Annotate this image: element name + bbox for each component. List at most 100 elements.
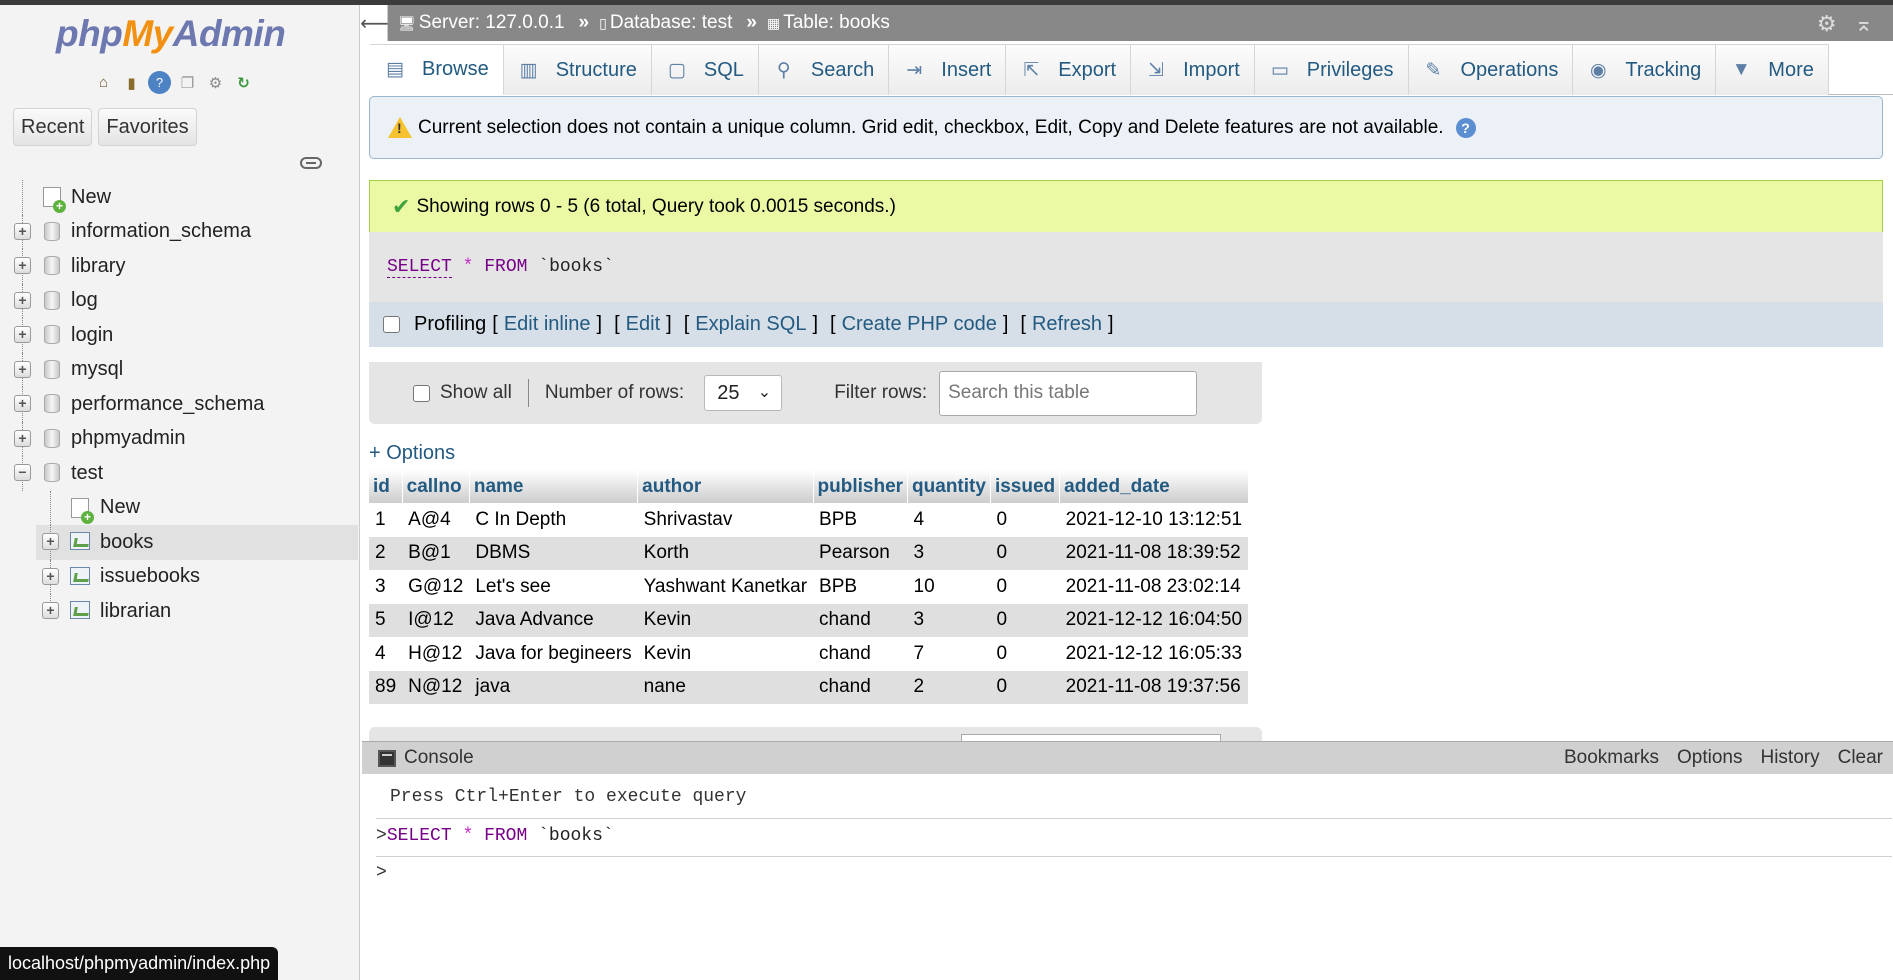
expand-icon[interactable]: + [42,567,59,585]
home-icon[interactable]: ⌂ [92,71,115,94]
column-header-issued[interactable]: issued [990,470,1061,503]
tab-label: Privileges [1306,58,1394,81]
edit-link[interactable]: Edit [626,313,660,336]
column-header-name[interactable]: name [469,470,639,503]
settings-gear-icon[interactable]: ⚙ [1817,11,1837,37]
tab-operations[interactable]: ✎ Operations [1408,44,1574,95]
tree-item-books[interactable]: + books [36,525,358,560]
favorites-tab[interactable]: Favorites [98,108,197,146]
console-options-link[interactable]: Options [1677,747,1742,769]
tab-export[interactable]: ⇱ Export [1006,44,1132,95]
console-history-link[interactable]: History [1760,747,1819,769]
column-header-callno[interactable]: callno [402,470,470,503]
column-header-publisher[interactable]: publisher [813,470,909,503]
help-icon[interactable]: ? [148,71,171,94]
tab-structure[interactable]: ▥ Structure [503,44,652,95]
table-cell-publisher: chand [813,637,908,671]
breadcrumb-table[interactable]: ▦ Table: books [767,12,890,34]
tree-item-label: library [71,254,126,277]
tab-import[interactable]: ⇲ Import [1131,44,1255,95]
structure-icon: ▥ [519,59,538,81]
table-cell-publisher: Pearson [813,536,908,570]
column-header-id[interactable]: id [369,470,403,503]
column-header-quantity[interactable]: quantity [907,470,991,503]
create-php-code-link[interactable]: Create PHP code [842,313,997,336]
expand-icon[interactable]: + [14,429,31,447]
tree-item-log[interactable]: + log [0,283,358,318]
collapse-icon[interactable]: − [14,464,31,481]
rows-per-page-select[interactable]: 25 ⌄ [704,375,783,411]
table-cell-author: Shrivastav [637,503,814,537]
tab-more[interactable]: ▼ More [1716,44,1829,95]
options-link[interactable]: + Options [369,442,455,465]
tree-item-new[interactable]: New [0,180,358,215]
tab-browse[interactable]: ▤ Browse [370,44,504,95]
settings-icon[interactable]: ⚙ [204,71,227,94]
explain-sql-link[interactable]: Explain SQL [695,313,806,336]
column-header-author[interactable]: author [637,470,814,503]
console-clear-link[interactable]: Clear [1838,747,1883,769]
notice-text: Current selection does not contain a uni… [418,116,1444,138]
profiling-checkbox[interactable] [383,316,400,333]
tree-item-mysql[interactable]: + mysql [0,352,358,387]
expand-icon[interactable]: + [14,360,31,378]
nav-icon-bar: ⌂ ▮ ? ❐ ⚙ ↻ [92,71,255,94]
collapse-icon[interactable]: ⌅ [1855,11,1873,37]
column-header-added_date[interactable]: added_date [1059,470,1249,503]
console-sql-star: * [462,826,474,846]
console-history-query[interactable]: >SELECT * FROM `books` [376,826,614,846]
database-icon[interactable]: ▮ [120,71,143,94]
privileges-icon: ▭ [1270,59,1289,81]
table-cell-publisher: BPB [813,503,908,537]
expand-icon[interactable]: + [14,395,31,412]
bracket-open: [ [492,313,498,335]
docs-icon[interactable]: ❐ [176,71,199,94]
tab-label: Browse [422,58,489,80]
recent-tab[interactable]: Recent [13,108,93,146]
help-icon[interactable]: ? [1455,117,1476,138]
expand-icon[interactable]: + [14,222,31,240]
expand-icon[interactable]: + [42,533,59,550]
sql-keyword-select[interactable]: SELECT [387,257,452,278]
console-bookmarks-link[interactable]: Bookmarks [1564,747,1659,769]
tree-item-library[interactable]: + library [0,249,358,284]
tree-item-librarian[interactable]: + librarian [0,594,358,629]
expand-icon[interactable]: + [14,291,31,309]
breadcrumb-database[interactable]: ▯ Database: test [599,12,732,34]
table-cell-publisher: BPB [813,570,908,604]
reload-icon[interactable]: ↻ [232,71,255,94]
table-cell-name: C In Depth [469,503,638,537]
expand-icon[interactable]: + [14,326,31,343]
bracket-close: ] [812,313,818,335]
refresh-link[interactable]: Refresh [1032,313,1102,336]
console-header[interactable]: Console Bookmarks Options History Clear [362,742,1893,774]
tree-item-login[interactable]: + login [0,318,358,353]
console-input[interactable]: > [376,863,387,883]
tree-item-test[interactable]: − test [0,456,358,491]
tab-search[interactable]: ⚲ Search [758,44,890,95]
tree-item-information-schema[interactable]: + information_schema [0,214,358,249]
breadcrumb-server[interactable]: 🖥 Server: 127.0.0.1 [398,12,565,34]
tree-item-performance-schema[interactable]: + performance_schema [0,387,358,422]
table-body: 1 A@4 C In Depth Shrivastav BPB 4 0 2021-12-10 … [369,503,1249,704]
profiling-bar: Profiling [Edit inline] [Edit] [Explain … [369,302,1883,347]
tab-sql[interactable]: ▢ SQL [651,44,759,95]
table-cell-author: Kevin [637,637,814,671]
tree-item-phpmyadmin[interactable]: + phpmyadmin [0,421,358,456]
tab-insert[interactable]: ⇥ Insert [889,44,1007,95]
back-arrow-icon[interactable]: ⟵ [360,5,389,41]
sql-star: * [462,257,474,277]
filter-rows-input[interactable]: Search this table [939,370,1198,416]
show-all-checkbox[interactable] [413,384,430,402]
tree-item-new[interactable]: New [0,490,358,525]
tab-label: Operations [1460,58,1559,81]
tree-item-issuebooks[interactable]: + issuebooks [0,559,358,594]
tab-privileges[interactable]: ▭ Privileges [1254,44,1409,95]
phpmyadmin-logo[interactable]: phpMyAdmin [56,13,286,55]
tab-tracking[interactable]: ◉ Tracking [1573,44,1717,95]
table-cell-issued: 0 [990,670,1060,704]
link-icon[interactable] [300,157,322,169]
edit-inline-link[interactable]: Edit inline [504,313,591,336]
expand-icon[interactable]: + [14,257,31,274]
expand-icon[interactable]: + [42,602,59,619]
